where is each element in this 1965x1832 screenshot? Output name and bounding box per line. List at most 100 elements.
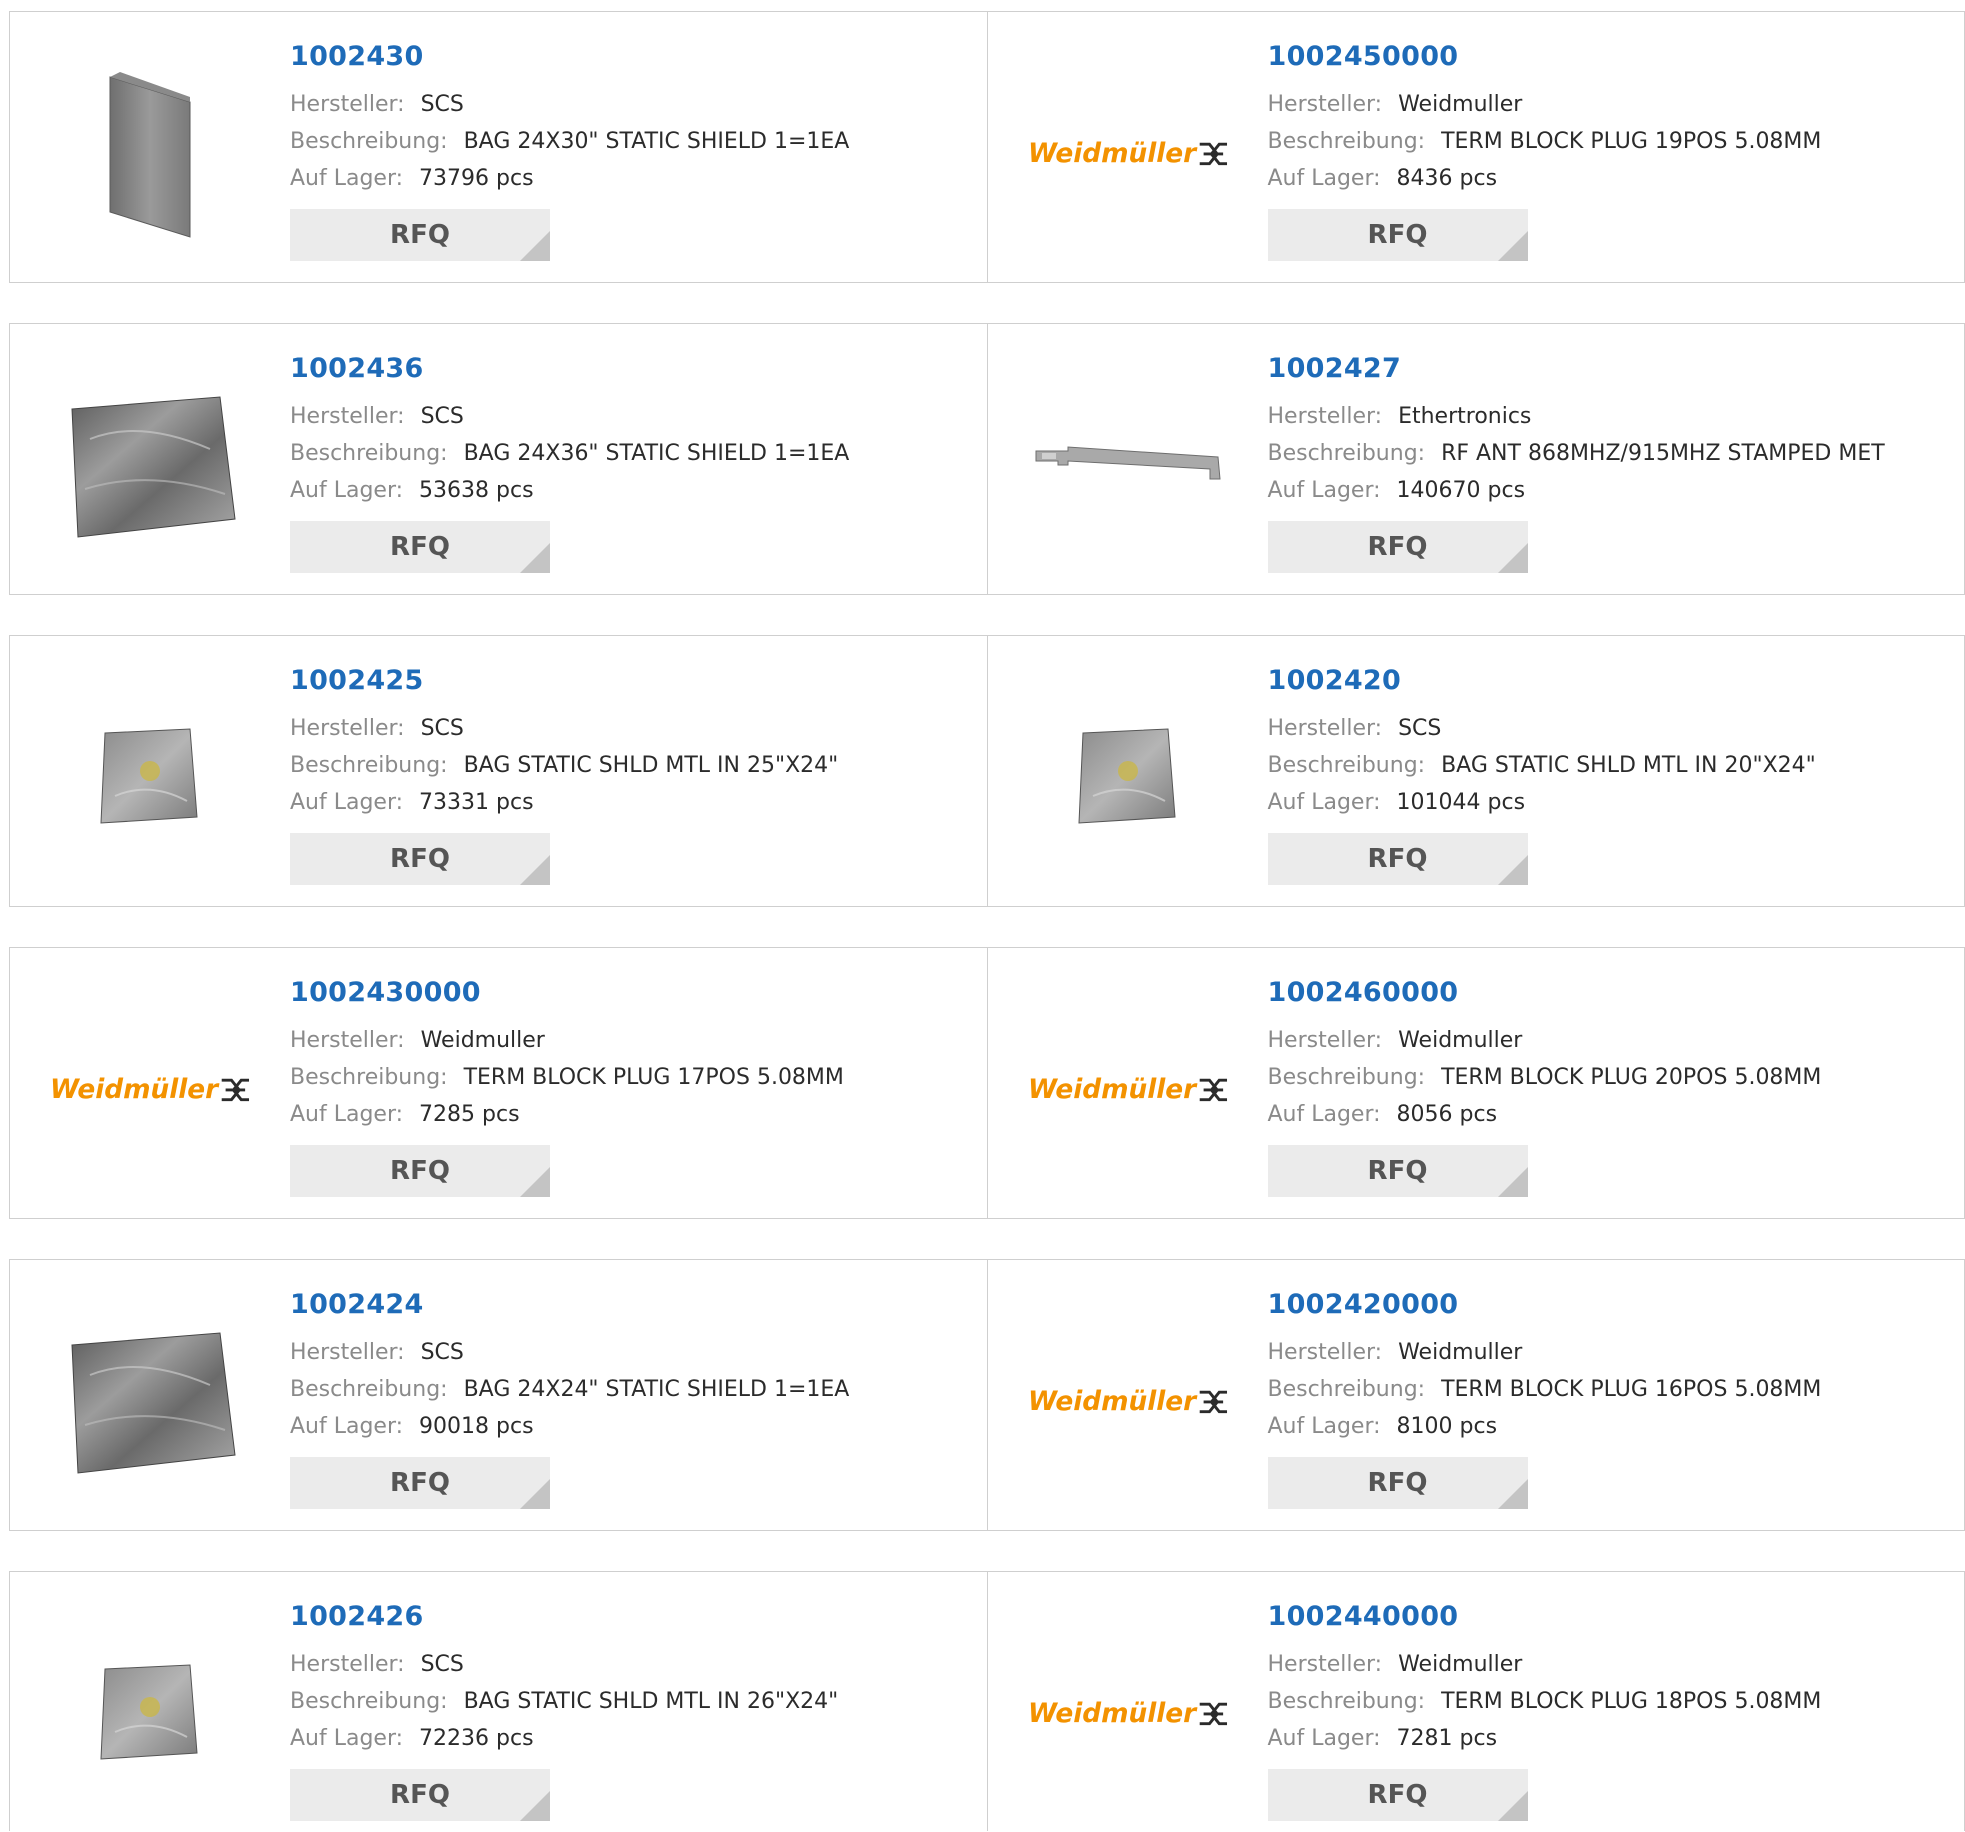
- part-number-link[interactable]: 1002420: [1268, 667, 1955, 694]
- product-row: Weidmüller 1002430000 Hersteller: Weidmul…: [9, 947, 1965, 1219]
- description-line: Beschreibung: TERM BLOCK PLUG 19POS 5.08M…: [1268, 123, 1955, 160]
- product-card: 1002424 Hersteller: SCS Beschreibung: BAG …: [10, 1260, 987, 1530]
- manufacturer-label: Hersteller:: [290, 404, 405, 429]
- description-value: TERM BLOCK PLUG 16POS 5.08MM: [1441, 1377, 1822, 1402]
- manufacturer-label: Hersteller:: [290, 716, 405, 741]
- stock-value: 72236 pcs: [419, 1726, 534, 1751]
- static-shield-bag-image[interactable]: [50, 364, 250, 564]
- stock-line: Auf Lager: 53638 pcs: [290, 472, 977, 509]
- description-value: RF ANT 868MHZ/915MHZ STAMPED MET: [1441, 441, 1885, 466]
- weidmuller-logo-graphic: Weidmüller: [50, 1075, 250, 1105]
- part-number-link[interactable]: 1002424: [290, 1291, 977, 1318]
- manufacturer-label: Hersteller:: [1267, 92, 1383, 117]
- product-card: Weidmüller 1002450000 Hersteller: Weidmul…: [986, 12, 1965, 282]
- part-number-link[interactable]: 1002450000: [1268, 43, 1955, 70]
- product-card: 1002436 Hersteller: SCS Beschreibung: BAG …: [10, 324, 987, 594]
- rfq-button[interactable]: RFQ: [1267, 1457, 1528, 1509]
- manufacturer-value: SCS: [1398, 716, 1442, 741]
- corner-fold-icon: [1497, 543, 1528, 573]
- static-shield-bag-flat-image-graphic: [109, 72, 191, 238]
- description-label: Beschreibung:: [1267, 753, 1426, 778]
- static-bag-small-image[interactable]: [1028, 676, 1228, 876]
- manufacturer-label: Hersteller:: [1267, 1652, 1383, 1677]
- description-value: BAG STATIC SHLD MTL IN 25"X24": [463, 753, 839, 778]
- part-number-link[interactable]: 1002426: [290, 1603, 977, 1630]
- manufacturer-label: Hersteller:: [1267, 1028, 1383, 1053]
- part-number-link[interactable]: 1002430000: [290, 979, 977, 1006]
- description-line: Beschreibung: BAG STATIC SHLD MTL IN 20"X…: [1268, 747, 1955, 784]
- static-bag-small-image[interactable]: [50, 1612, 250, 1812]
- description-line: Beschreibung: RF ANT 868MHZ/915MHZ STAMPE…: [1268, 435, 1955, 472]
- static-shield-bag-flat-image[interactable]: [50, 52, 250, 252]
- part-number-link[interactable]: 1002436: [290, 355, 977, 382]
- manufacturer-value: Weidmuller: [1398, 1028, 1523, 1053]
- rfq-button[interactable]: RFQ: [290, 209, 550, 261]
- corner-fold-icon: [520, 543, 550, 573]
- stock-value: 90018 pcs: [419, 1414, 534, 1439]
- stock-value: 53638 pcs: [419, 478, 534, 503]
- product-card: Weidmüller 1002460000 Hersteller: Weidmul…: [986, 948, 1965, 1218]
- rfq-label: RFQ: [390, 220, 450, 250]
- rfq-button[interactable]: RFQ: [1267, 833, 1528, 885]
- product-card: Weidmüller 1002440000 Hersteller: Weidmul…: [986, 1572, 1965, 1831]
- weidmuller-logo[interactable]: Weidmüller: [1028, 52, 1228, 252]
- corner-fold-icon: [520, 1167, 550, 1197]
- stock-label: Auf Lager:: [1267, 166, 1381, 191]
- part-number-link[interactable]: 1002420000: [1268, 1291, 1955, 1318]
- stock-line: Auf Lager: 101044 pcs: [1268, 784, 1955, 821]
- rfq-button[interactable]: RFQ: [290, 1457, 550, 1509]
- product-grid: 1002430 Hersteller: SCS Beschreibung: BAG …: [9, 11, 1965, 1831]
- description-line: Beschreibung: BAG 24X24" STATIC SHIELD 1=…: [290, 1371, 977, 1408]
- stock-label: Auf Lager:: [1267, 790, 1381, 815]
- part-number-link[interactable]: 1002430: [290, 43, 977, 70]
- manufacturer-label: Hersteller:: [1267, 1340, 1383, 1365]
- rfq-button[interactable]: RFQ: [290, 521, 550, 573]
- description-value: BAG STATIC SHLD MTL IN 20"X24": [1441, 753, 1816, 778]
- rfq-label: RFQ: [1367, 844, 1428, 874]
- manufacturer-value: Ethertronics: [1398, 404, 1532, 429]
- rfq-button[interactable]: RFQ: [290, 1769, 550, 1821]
- logo-wordmark: Weidmüller: [50, 1075, 220, 1105]
- rfq-button[interactable]: RFQ: [290, 833, 550, 885]
- part-number-link[interactable]: 1002460000: [1268, 979, 1955, 1006]
- part-number-link[interactable]: 1002440000: [1268, 1603, 1955, 1630]
- rfq-button[interactable]: RFQ: [290, 1145, 550, 1197]
- description-line: Beschreibung: TERM BLOCK PLUG 17POS 5.08M…: [290, 1059, 977, 1096]
- weidmuller-logo[interactable]: Weidmüller: [1028, 1300, 1228, 1500]
- part-number-link[interactable]: 1002425: [290, 667, 977, 694]
- description-value: BAG 24X30" STATIC SHIELD 1=1EA: [463, 129, 850, 154]
- stock-value: 8056 pcs: [1396, 1102, 1498, 1127]
- description-value: BAG STATIC SHLD MTL IN 26"X24": [463, 1689, 839, 1714]
- product-row: 1002436 Hersteller: SCS Beschreibung: BAG …: [9, 323, 1965, 595]
- rfq-button[interactable]: RFQ: [1267, 1769, 1528, 1821]
- description-label: Beschreibung:: [290, 1065, 448, 1090]
- description-label: Beschreibung:: [1267, 1689, 1426, 1714]
- weidmuller-logo[interactable]: Weidmüller: [50, 988, 250, 1188]
- weidmuller-logo[interactable]: Weidmüller: [1028, 988, 1228, 1188]
- stock-label: Auf Lager:: [290, 166, 404, 191]
- description-value: TERM BLOCK PLUG 17POS 5.08MM: [463, 1065, 844, 1090]
- product-info: 1002430000 Hersteller: Weidmuller Beschre…: [290, 979, 977, 1197]
- rfq-button[interactable]: RFQ: [1267, 521, 1528, 573]
- rfq-button[interactable]: RFQ: [1267, 1145, 1528, 1197]
- part-number-link[interactable]: 1002427: [1268, 355, 1955, 382]
- stock-label: Auf Lager:: [1267, 478, 1381, 503]
- static-bag-small-image[interactable]: [50, 676, 250, 876]
- rfq-label: RFQ: [390, 1780, 450, 1810]
- description-value: TERM BLOCK PLUG 19POS 5.08MM: [1441, 129, 1822, 154]
- stock-label: Auf Lager:: [290, 1414, 404, 1439]
- manufacturer-line: Hersteller: SCS: [290, 1334, 977, 1371]
- manufacturer-line: Hersteller: Weidmuller: [1268, 1022, 1955, 1059]
- product-row: 1002424 Hersteller: SCS Beschreibung: BAG …: [9, 1259, 1965, 1531]
- description-line: Beschreibung: BAG STATIC SHLD MTL IN 26"X…: [290, 1683, 977, 1720]
- product-info: 1002460000 Hersteller: Weidmuller Beschre…: [1267, 979, 1955, 1197]
- logo-wordmark: Weidmüller: [1028, 139, 1198, 169]
- description-line: Beschreibung: BAG 24X36" STATIC SHIELD 1=…: [290, 435, 977, 472]
- rfq-button[interactable]: RFQ: [1267, 209, 1528, 261]
- static-shield-bag-image[interactable]: [50, 1300, 250, 1500]
- stamped-antenna-image[interactable]: [1028, 364, 1228, 564]
- stock-label: Auf Lager:: [1267, 1414, 1381, 1439]
- weidmuller-logo[interactable]: Weidmüller: [1028, 1612, 1228, 1812]
- description-line: Beschreibung: BAG 24X30" STATIC SHIELD 1=…: [290, 123, 977, 160]
- product-info: 1002426 Hersteller: SCS Beschreibung: BAG …: [290, 1603, 977, 1821]
